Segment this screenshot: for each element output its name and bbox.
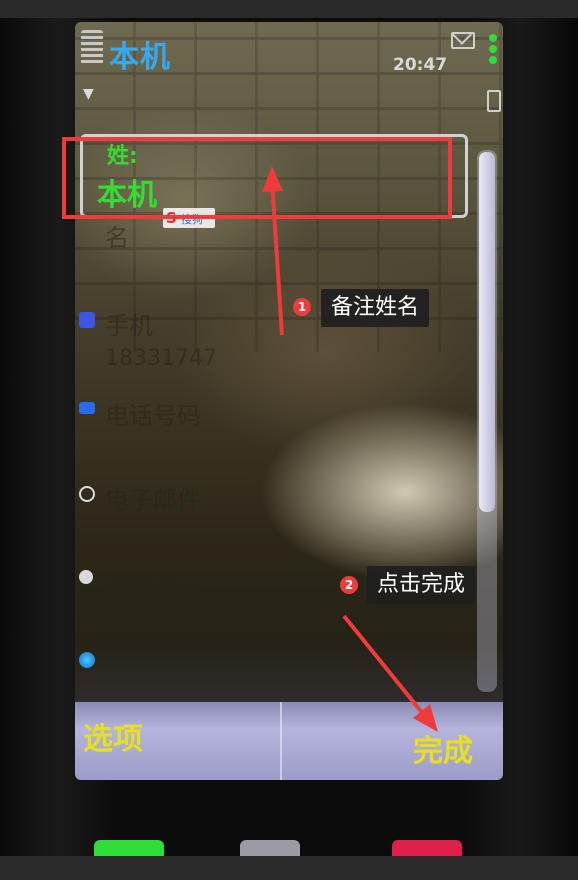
options-softkey[interactable]: 选项 bbox=[83, 714, 143, 758]
done-softkey[interactable]: 完成 bbox=[413, 726, 473, 770]
mobile-icon bbox=[79, 312, 95, 328]
highlight-box bbox=[62, 137, 452, 219]
first-name-field[interactable]: 名 bbox=[105, 218, 129, 253]
step-1-callout: 备注姓名 bbox=[321, 289, 430, 327]
mail-icon bbox=[451, 32, 475, 49]
mobile-number: 18331747 bbox=[105, 346, 217, 371]
photo-bottom-border bbox=[0, 856, 578, 880]
menu-key[interactable] bbox=[240, 840, 300, 856]
signal-icon: ▼ bbox=[83, 86, 94, 102]
step-2-callout: 点击完成 bbox=[367, 566, 476, 604]
step-2-badge: 2 bbox=[340, 576, 358, 594]
video-call-icon bbox=[79, 570, 93, 584]
email-field[interactable]: 电子邮件 bbox=[105, 480, 201, 515]
softkey-divider bbox=[280, 702, 282, 780]
step-1-badge: 1 bbox=[293, 298, 311, 316]
phone-number-field[interactable]: 电话号码 bbox=[105, 396, 201, 431]
phone-icon bbox=[79, 402, 95, 414]
call-key[interactable] bbox=[94, 840, 164, 856]
photo-top-border bbox=[0, 0, 578, 18]
app-title: 本机 bbox=[109, 40, 171, 75]
web-icon bbox=[79, 652, 95, 668]
connection-indicator-icon bbox=[489, 34, 497, 67]
mobile-field[interactable]: 手机 bbox=[105, 306, 153, 341]
email-icon bbox=[79, 486, 95, 502]
battery-icon bbox=[487, 90, 501, 112]
clock: 20:47 bbox=[393, 55, 448, 75]
phone-screen: 本机 ▼ 20:47 姓: 本机 S 搜狗 名 手机 18331747 电话号码… bbox=[75, 22, 503, 780]
scrollbar-thumb[interactable] bbox=[479, 152, 495, 512]
menu-icon[interactable] bbox=[81, 30, 103, 66]
phone-device: 本机 ▼ 20:47 姓: 本机 S 搜狗 名 手机 18331747 电话号码… bbox=[0, 0, 578, 880]
end-call-key[interactable] bbox=[392, 840, 462, 856]
video-call-field[interactable]: 视频通话 bbox=[105, 564, 201, 599]
